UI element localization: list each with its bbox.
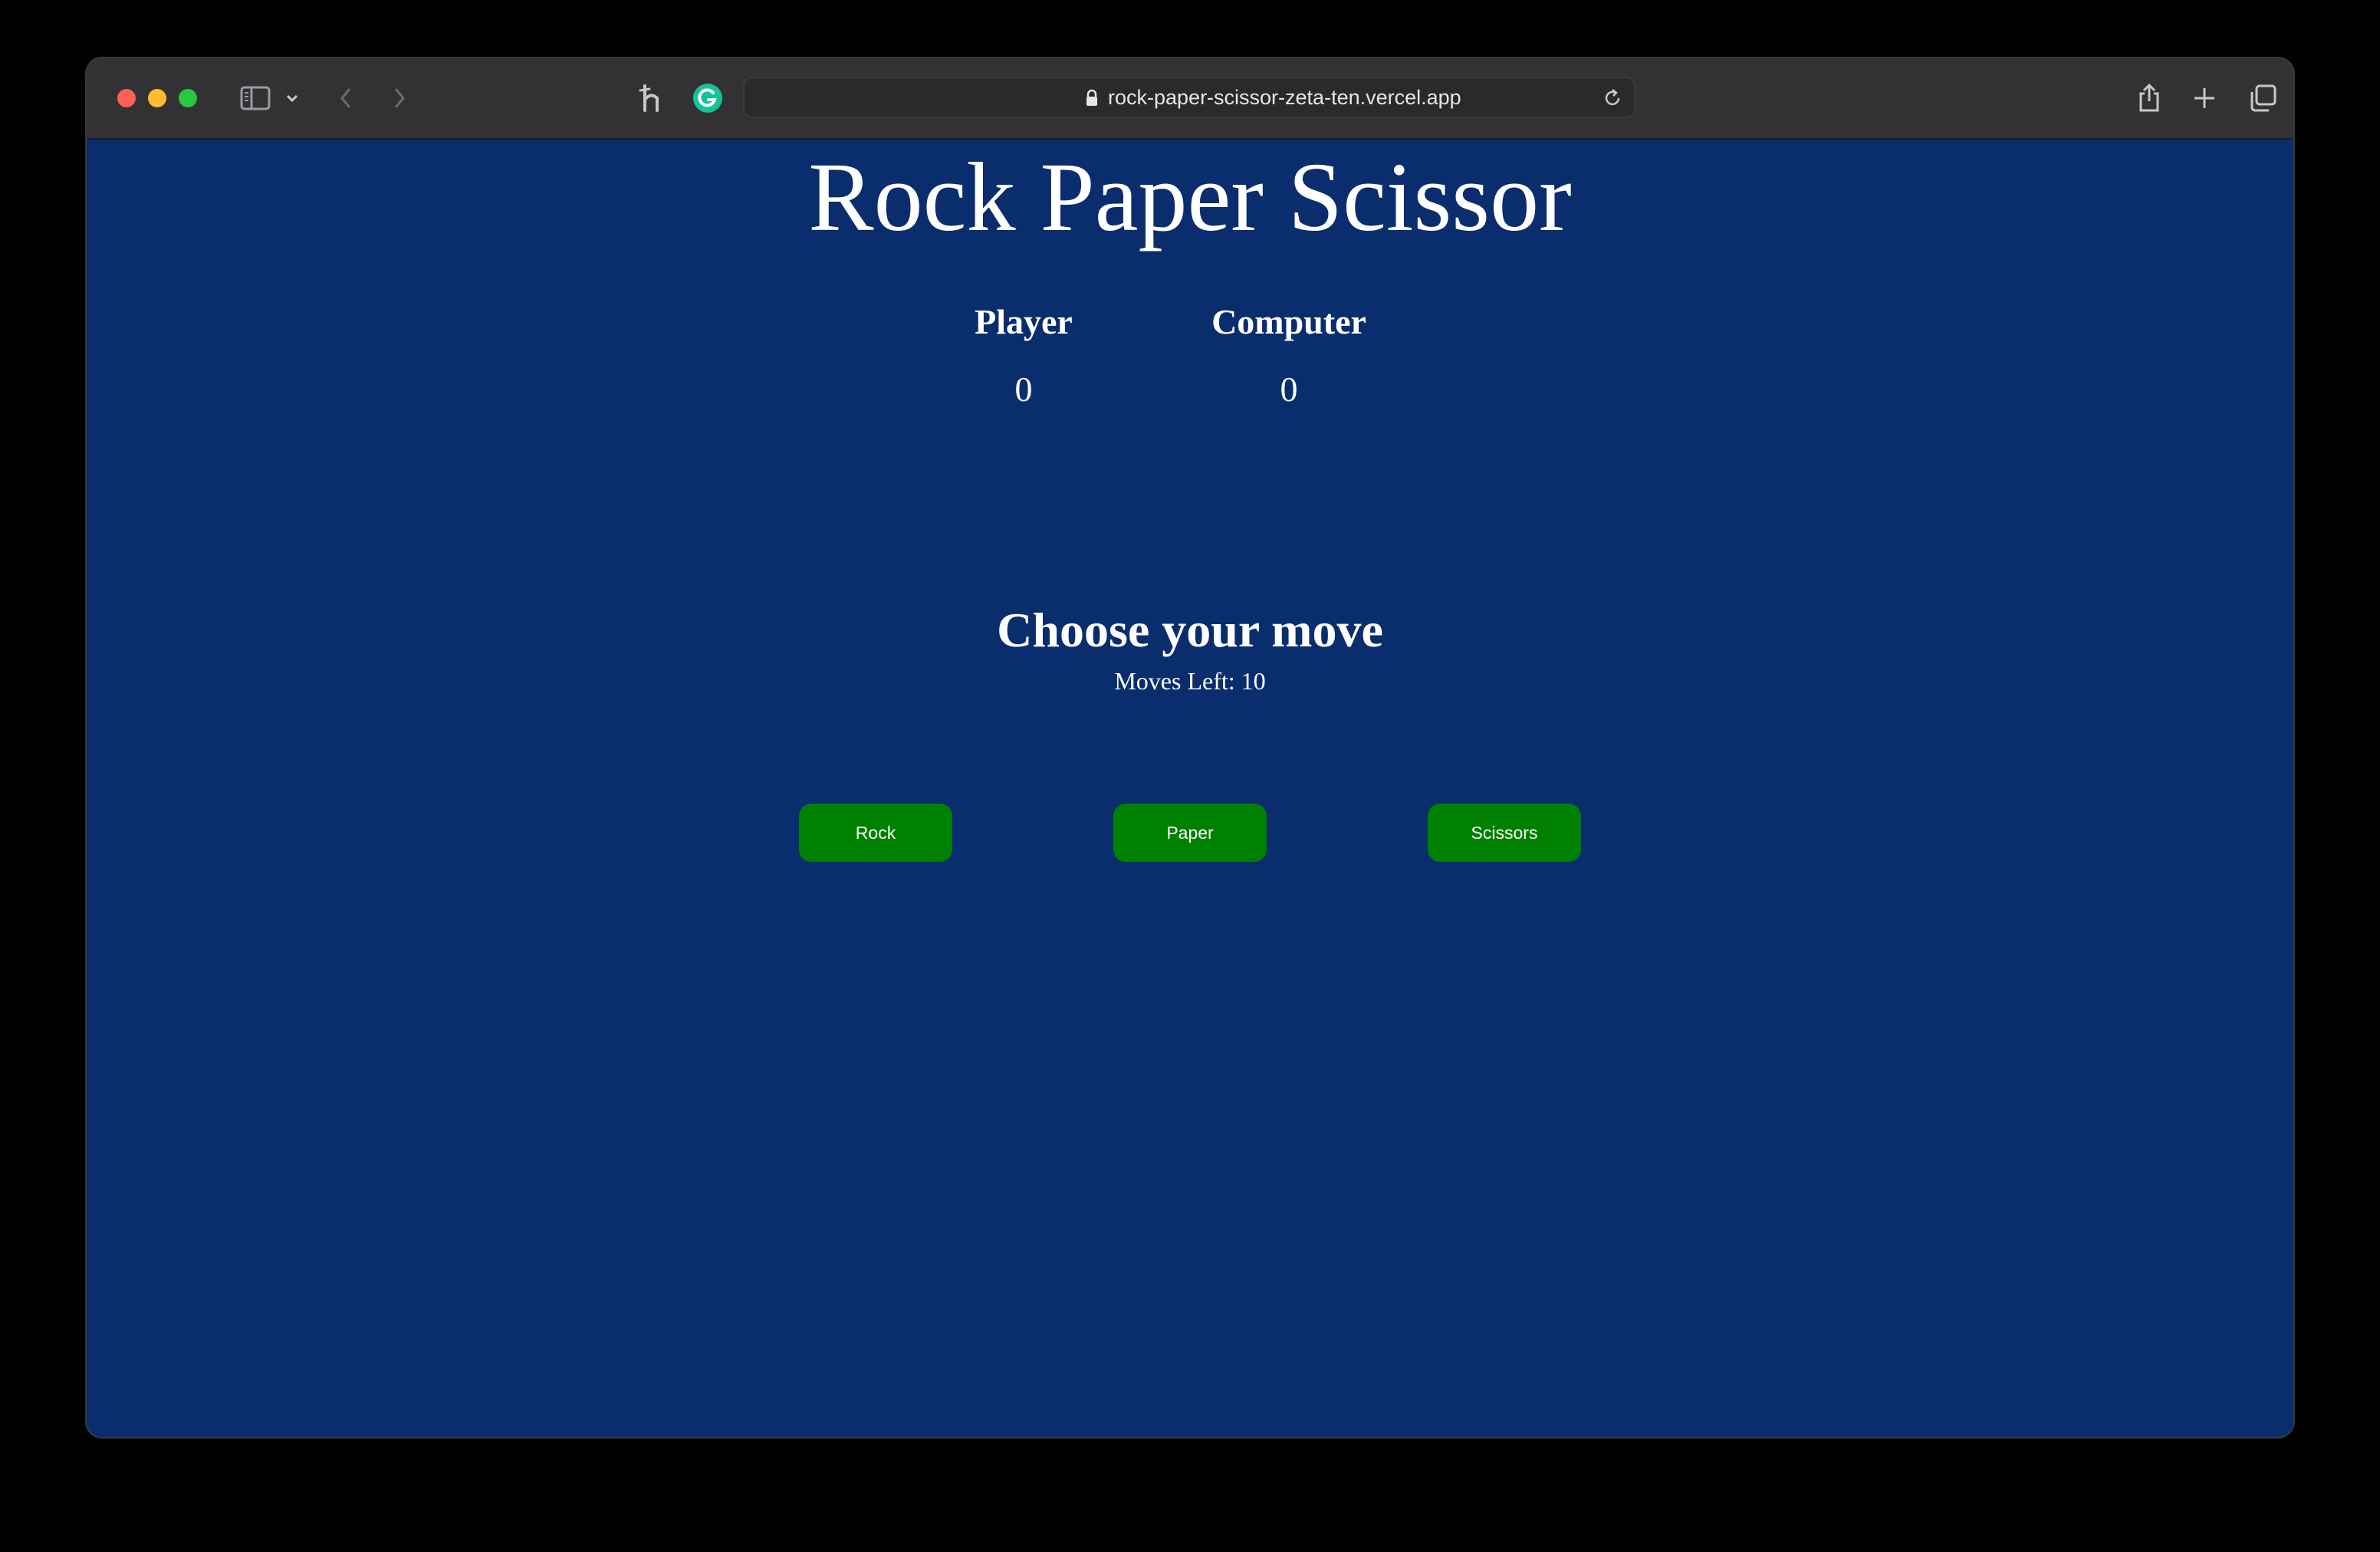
minimize-window-button[interactable] xyxy=(148,89,166,107)
browser-toolbar: rock-paper-scissor-zeta-ten.vercel.app xyxy=(87,58,2293,140)
moves-left: Moves Left: 10 xyxy=(1114,667,1266,695)
player-label: Player xyxy=(975,302,1073,341)
game-page: Rock Paper Scissor Player 0 Computer 0 C… xyxy=(87,140,2293,1437)
maximize-window-button[interactable] xyxy=(179,89,197,107)
honey-extension-icon[interactable] xyxy=(634,78,668,118)
scissors-button[interactable]: Scissors xyxy=(1428,804,1581,862)
paper-button[interactable]: Paper xyxy=(1113,804,1267,862)
address-bar[interactable]: rock-paper-scissor-zeta-ten.vercel.app xyxy=(743,77,1635,118)
computer-label: Computer xyxy=(1211,302,1366,341)
rock-button[interactable]: Rock xyxy=(799,804,952,862)
new-tab-icon[interactable] xyxy=(2191,78,2218,118)
grammarly-extension-icon[interactable] xyxy=(691,78,725,118)
page-title: Rock Paper Scissor xyxy=(808,143,1572,252)
share-icon[interactable] xyxy=(2134,78,2165,118)
browser-window: rock-paper-scissor-zeta-ten.vercel.app R… xyxy=(87,58,2293,1437)
close-window-button[interactable] xyxy=(117,89,136,107)
move-prompt: Choose your move xyxy=(997,603,1383,657)
player-score-panel: Player 0 xyxy=(909,301,1139,411)
lock-icon xyxy=(1085,89,1099,111)
back-icon[interactable] xyxy=(334,78,358,118)
forward-icon[interactable] xyxy=(387,78,412,118)
url-text: rock-paper-scissor-zeta-ten.vercel.app xyxy=(1108,86,1461,109)
chevron-down-icon[interactable] xyxy=(283,78,301,118)
computer-score-panel: Computer 0 xyxy=(1174,301,1404,411)
computer-score: 0 xyxy=(1280,370,1298,409)
reload-icon[interactable] xyxy=(1602,87,1623,113)
player-score: 0 xyxy=(1014,370,1033,409)
tab-overview-icon[interactable] xyxy=(2247,78,2278,118)
sidebar-icon[interactable] xyxy=(237,78,274,118)
